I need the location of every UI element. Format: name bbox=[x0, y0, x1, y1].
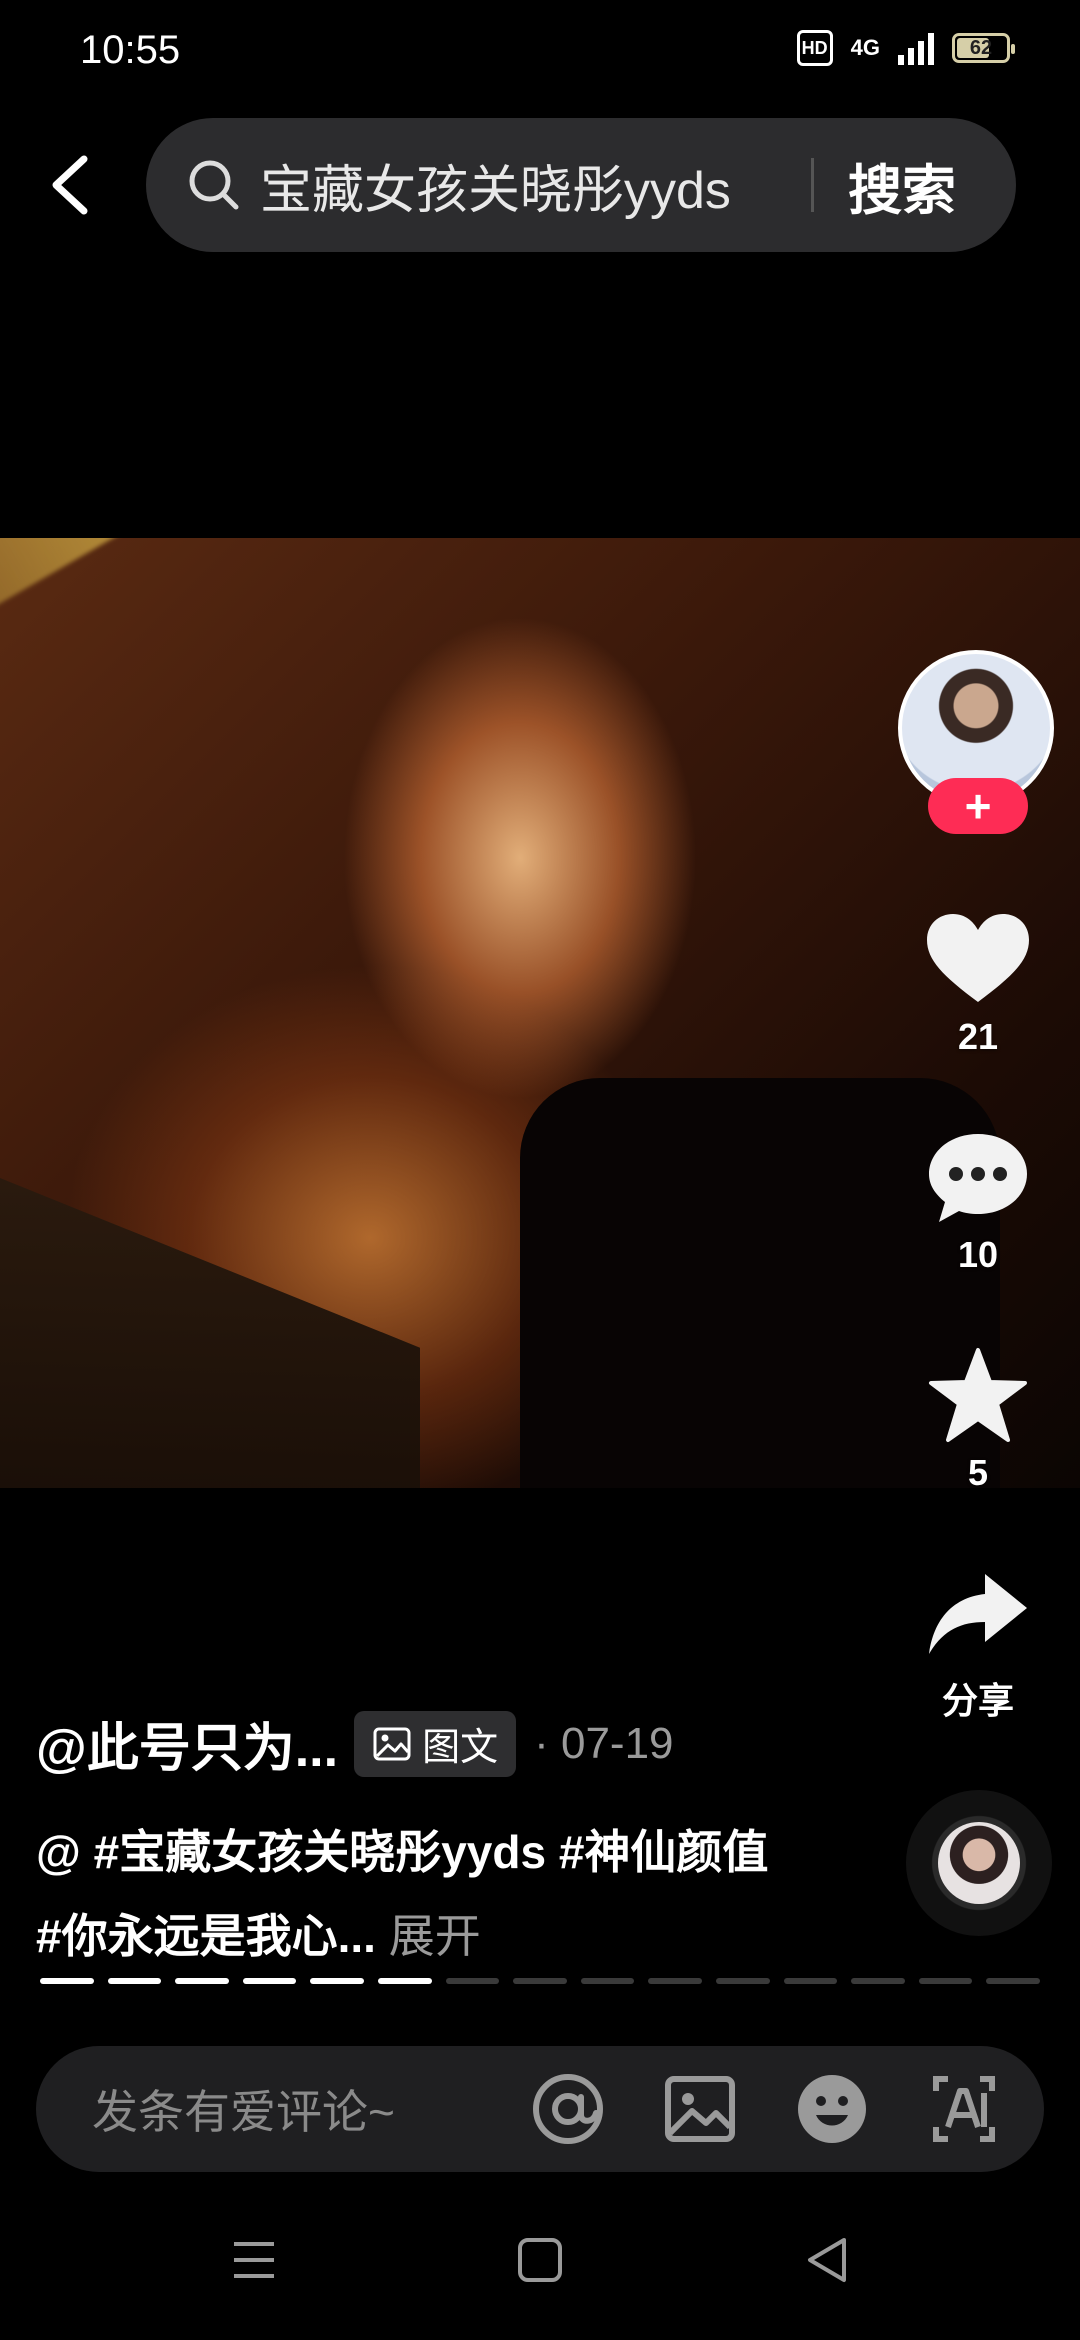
progress-segment bbox=[107, 1978, 162, 1984]
progress-segment bbox=[242, 1978, 297, 1984]
post-date: 07-19 bbox=[560, 1718, 674, 1768]
heart-icon bbox=[927, 914, 1029, 1002]
system-nav-bar bbox=[0, 2180, 1080, 2340]
progress-segment bbox=[310, 1978, 364, 1984]
author-avatar-group[interactable]: + bbox=[898, 650, 1058, 834]
image-picker-icon[interactable] bbox=[660, 2069, 740, 2149]
music-cover bbox=[938, 1822, 1020, 1904]
status-indicators: HD 4G 62 bbox=[796, 30, 1015, 66]
follow-button[interactable]: + bbox=[928, 778, 1028, 834]
progress-segment bbox=[648, 1978, 702, 1984]
progress-segment bbox=[513, 1978, 567, 1984]
post-caption[interactable]: @ #宝藏女孩关晓彤yyds #神仙颜值 #你永远是我心... 展开 bbox=[36, 1810, 776, 1978]
progress-segment bbox=[445, 1978, 500, 1984]
stair-shadow bbox=[0, 1178, 420, 1488]
search-button[interactable]: 搜索 bbox=[848, 146, 1016, 225]
comment-icon bbox=[929, 1134, 1027, 1222]
hd-badge: HD bbox=[796, 30, 833, 66]
post-type-label: 图文 bbox=[422, 1727, 499, 1769]
back-button[interactable] bbox=[40, 150, 100, 220]
star-icon bbox=[929, 1348, 1027, 1442]
image-progress bbox=[40, 1978, 1040, 1984]
progress-segment bbox=[175, 1978, 229, 1984]
favorite-count: 5 bbox=[967, 1452, 989, 1493]
share-button[interactable]: 分享 bbox=[920, 1566, 1036, 1724]
home-icon[interactable] bbox=[512, 2232, 568, 2288]
emoji-icon[interactable] bbox=[792, 2069, 872, 2149]
search-bar[interactable]: 宝藏女孩关晓彤yyds 搜索 bbox=[146, 118, 1016, 252]
search-query[interactable]: 宝藏女孩关晓彤yyds bbox=[260, 148, 791, 223]
network-type: 4G bbox=[850, 35, 880, 60]
progress-segment bbox=[986, 1978, 1040, 1984]
post-type-tag: 图文 bbox=[354, 1710, 517, 1777]
progress-segment bbox=[918, 1978, 973, 1984]
progress-segment bbox=[580, 1978, 635, 1984]
progress-segment bbox=[40, 1978, 94, 1984]
favorite-button[interactable]: 5 bbox=[920, 1346, 1036, 1494]
status-time: 10:55 bbox=[80, 28, 181, 72]
share-icon bbox=[929, 1574, 1027, 1654]
signal-icon bbox=[898, 31, 934, 65]
battery-icon: 62 bbox=[952, 33, 1015, 63]
progress-segment bbox=[851, 1978, 905, 1984]
light-beam bbox=[0, 538, 380, 664]
back-icon bbox=[52, 155, 88, 215]
comment-input-bar[interactable]: 发条有爱评论~ bbox=[36, 2046, 1044, 2172]
battery-level: 62 bbox=[969, 36, 993, 59]
ai-icon[interactable] bbox=[924, 2069, 1004, 2149]
like-count: 21 bbox=[957, 1016, 999, 1057]
comment-button[interactable]: 10 bbox=[920, 1128, 1036, 1276]
image-icon bbox=[373, 1727, 411, 1760]
post-meta: @此号只为... 图文 · 07-19 bbox=[36, 1706, 674, 1781]
comment-input[interactable]: 发条有爱评论~ bbox=[92, 2076, 476, 2142]
post-date-group: · 07-19 bbox=[534, 1719, 673, 1769]
like-button[interactable]: 21 bbox=[920, 910, 1036, 1058]
comment-count: 10 bbox=[957, 1234, 999, 1275]
progress-segment bbox=[783, 1978, 838, 1984]
progress-segment bbox=[377, 1978, 432, 1984]
share-label: 分享 bbox=[941, 1680, 1014, 1721]
menu-icon[interactable] bbox=[226, 2232, 282, 2288]
expand-link[interactable]: 展开 bbox=[389, 1910, 481, 1962]
music-disc[interactable] bbox=[906, 1790, 1052, 1936]
author-name[interactable]: @此号只为... bbox=[36, 1706, 338, 1781]
at-icon[interactable] bbox=[528, 2069, 608, 2149]
date-separator: · bbox=[534, 1718, 549, 1768]
back-triangle-icon[interactable] bbox=[798, 2232, 854, 2288]
search-divider bbox=[811, 158, 814, 212]
search-icon bbox=[189, 160, 239, 210]
progress-segment bbox=[715, 1978, 770, 1984]
